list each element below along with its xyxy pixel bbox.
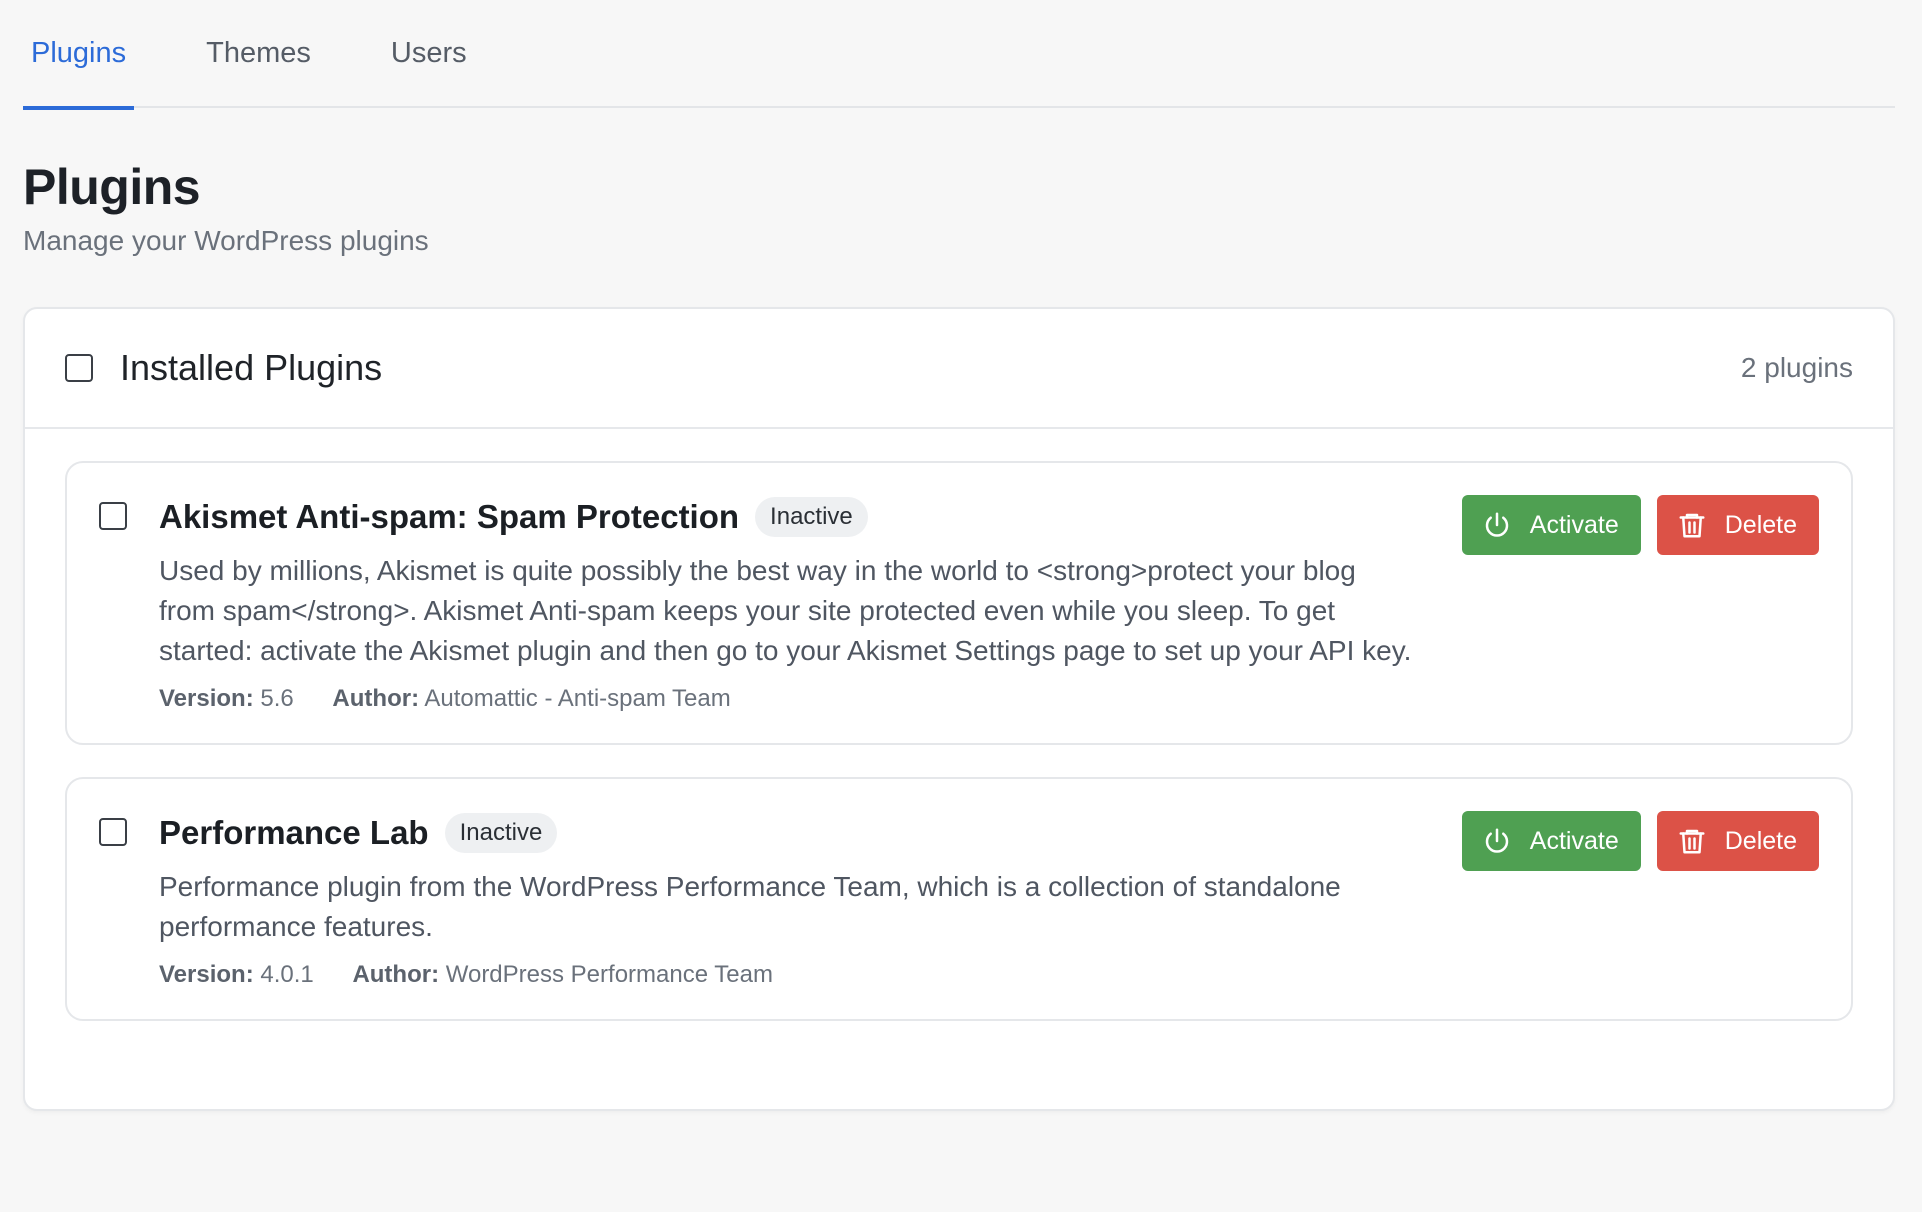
plugin-count: 2 plugins <box>1740 352 1853 383</box>
plugin-description: Performance plugin from the WordPress Pe… <box>159 871 1341 942</box>
activate-label: Activate <box>1529 510 1619 539</box>
plugin-version: Version: 5.6 <box>159 685 294 712</box>
version-value: 5.6 <box>260 685 294 712</box>
page-subtitle: Manage your WordPress plugins <box>23 225 429 256</box>
delete-label: Delete <box>1724 510 1797 539</box>
activate-button[interactable]: Activate <box>1461 811 1641 871</box>
delete-button[interactable]: Delete <box>1656 495 1819 555</box>
version-label: Version: <box>159 685 254 712</box>
activate-label: Activate <box>1529 826 1619 855</box>
tab-users[interactable]: Users <box>383 0 475 108</box>
plugin-description: Used by millions, Akismet is quite possi… <box>159 555 1412 666</box>
page-title: Plugins <box>23 159 201 215</box>
power-icon <box>1485 512 1508 537</box>
trash-icon <box>1679 829 1705 854</box>
plugin-head: Performance Lab Inactive <box>159 813 1419 853</box>
plugin-name: Performance Lab <box>159 814 429 851</box>
plugin-checkbox-akismet[interactable] <box>99 502 127 530</box>
version-label: Version: <box>159 961 254 988</box>
author-value: Automattic - Anti-spam Team <box>424 685 731 712</box>
card-header: Installed Plugins 2 plugins <box>25 309 1893 429</box>
plugin-name: Akismet Anti-spam: Spam Protection <box>159 498 740 535</box>
installed-plugins-card: Installed Plugins 2 plugins Akismet Anti… <box>23 307 1895 1111</box>
plugin-body: Akismet Anti-spam: Spam Protection Inact… <box>159 497 1419 713</box>
author-value: WordPress Performance Team <box>445 961 773 988</box>
select-all-checkbox[interactable] <box>65 354 93 382</box>
plugins-page: Plugins Themes Users Plugins Manage your… <box>0 0 1922 1212</box>
plugin-body: Performance Lab Inactive Performance plu… <box>159 813 1419 989</box>
plugin-author: Author: Automattic - Anti-spam Team <box>332 685 730 712</box>
plugin-actions: Activate Delete <box>1461 495 1819 555</box>
author-label: Author: <box>352 961 440 988</box>
activate-button[interactable]: Activate <box>1461 495 1641 555</box>
version-value: 4.0.1 <box>260 961 314 988</box>
delete-button[interactable]: Delete <box>1656 811 1819 871</box>
tab-themes[interactable]: Themes <box>198 0 319 108</box>
status-badge: Inactive <box>755 497 868 537</box>
plugin-list: Akismet Anti-spam: Spam Protection Inact… <box>25 429 1893 1021</box>
author-label: Author: <box>332 685 420 712</box>
plugin-author: Author: WordPress Performance Team <box>352 961 773 988</box>
plugin-actions: Activate Delete <box>1461 811 1819 871</box>
power-icon <box>1485 828 1508 853</box>
plugin-meta: Version: 4.0.1 Author: WordPress Perform… <box>159 961 1419 989</box>
delete-label: Delete <box>1724 826 1797 855</box>
plugin-head: Akismet Anti-spam: Spam Protection Inact… <box>159 497 1419 537</box>
plugin-version: Version: 4.0.1 <box>159 961 314 988</box>
plugin-meta: Version: 5.6 Author: Automattic - Anti-s… <box>159 685 1419 713</box>
plugin-item-akismet: Akismet Anti-spam: Spam Protection Inact… <box>65 461 1853 745</box>
tab-plugins[interactable]: Plugins <box>23 0 135 110</box>
tab-bar: Plugins Themes Users <box>23 0 1895 110</box>
plugin-item-performance-lab: Performance Lab Inactive Performance plu… <box>65 777 1853 1021</box>
trash-icon <box>1679 513 1705 538</box>
status-badge: Inactive <box>444 813 558 853</box>
plugin-checkbox-performance-lab[interactable] <box>99 818 127 846</box>
card-title: Installed Plugins <box>120 347 383 388</box>
